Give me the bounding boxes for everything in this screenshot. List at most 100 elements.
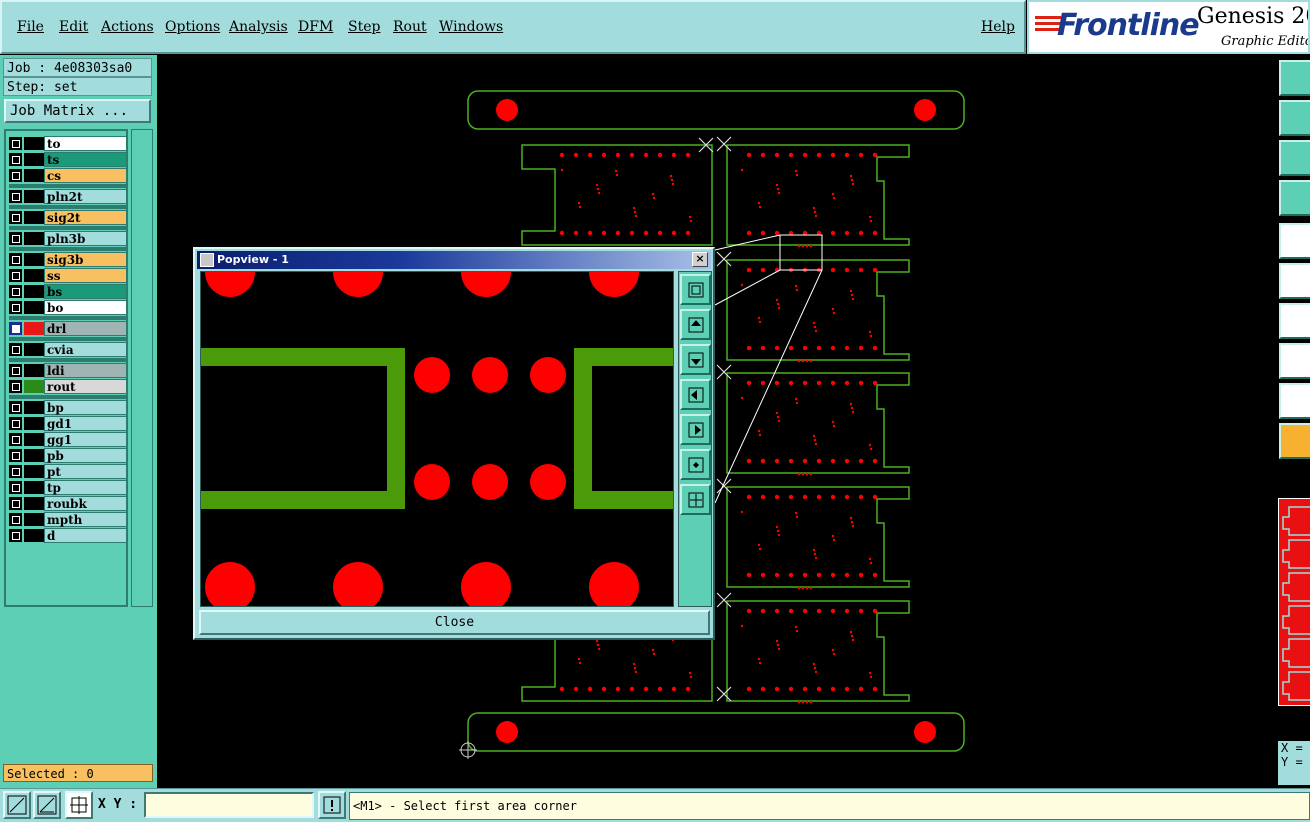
zoom-fit-icon[interactable] bbox=[680, 484, 711, 515]
layer-row-drl[interactable]: drl bbox=[9, 321, 127, 336]
snap-center-icon[interactable] bbox=[65, 791, 93, 819]
pad bbox=[746, 152, 752, 158]
layer-row-d[interactable]: d bbox=[9, 528, 127, 543]
menu-actions[interactable]: Actions bbox=[101, 19, 154, 35]
layer-checkbox[interactable] bbox=[9, 497, 22, 510]
layer-row-rout[interactable]: rout bbox=[9, 379, 127, 394]
layer-checkbox[interactable] bbox=[9, 529, 22, 542]
layer-checkbox[interactable] bbox=[9, 465, 22, 478]
menu-rout[interactable]: Rout bbox=[393, 19, 427, 35]
layer-checkbox[interactable] bbox=[9, 169, 22, 182]
layer-checkbox[interactable] bbox=[9, 513, 22, 526]
rout-path-right bbox=[574, 348, 673, 509]
layer-row-sig2t[interactable]: sig2t bbox=[9, 210, 127, 225]
menu-file[interactable]: File bbox=[17, 19, 44, 35]
layer-checkbox[interactable] bbox=[9, 137, 22, 150]
layer-row-cvia[interactable]: cvia bbox=[9, 342, 127, 357]
layer-row-ldi[interactable]: ldi bbox=[9, 363, 127, 378]
layer-checkbox[interactable] bbox=[9, 417, 22, 430]
layer-row-bs[interactable]: bs bbox=[9, 284, 127, 299]
window-menu-icon[interactable] bbox=[200, 253, 214, 267]
drc-icon[interactable] bbox=[1279, 383, 1310, 419]
via bbox=[775, 639, 779, 643]
layer-name: d bbox=[44, 528, 127, 543]
pan-up-icon[interactable] bbox=[680, 309, 711, 340]
zoom-in-icon[interactable] bbox=[680, 274, 711, 305]
leader-line bbox=[714, 269, 823, 504]
layer-checkbox[interactable] bbox=[9, 301, 22, 314]
feature-icon[interactable] bbox=[1279, 343, 1310, 379]
layer-checkbox[interactable] bbox=[9, 190, 22, 203]
layer-checkbox[interactable] bbox=[9, 401, 22, 414]
snap-grid-icon[interactable] bbox=[3, 791, 31, 819]
menu-options[interactable]: Options bbox=[165, 19, 220, 35]
layer-checkbox[interactable] bbox=[9, 364, 22, 377]
popview-close-button[interactable]: Close bbox=[199, 610, 710, 635]
angle-icon[interactable] bbox=[1279, 303, 1310, 339]
layer-row-gg1[interactable]: gg1 bbox=[9, 432, 127, 447]
tab-pad bbox=[809, 586, 813, 590]
layer-checkbox[interactable] bbox=[9, 322, 22, 335]
layer-checkbox[interactable] bbox=[9, 269, 22, 282]
via bbox=[868, 443, 872, 447]
layer-row-pt[interactable]: pt bbox=[9, 464, 127, 479]
zoom-fit-icon[interactable] bbox=[1279, 140, 1310, 176]
layer-color-swatch bbox=[22, 497, 44, 510]
close-icon[interactable]: × bbox=[692, 252, 708, 267]
layer-row-pln3b[interactable]: pln3b bbox=[9, 231, 127, 246]
popview-titlebar[interactable]: Popview - 1 × bbox=[197, 251, 711, 269]
layer-name: sig2t bbox=[44, 210, 127, 225]
layer-row-tp[interactable]: tp bbox=[9, 480, 127, 495]
layer-color-swatch bbox=[22, 153, 44, 166]
menu-step[interactable]: Step bbox=[348, 19, 380, 35]
alert-icon[interactable] bbox=[318, 791, 346, 819]
menu-help[interactable]: Help bbox=[981, 19, 1015, 35]
layer-checkbox[interactable] bbox=[9, 343, 22, 356]
net-icon[interactable] bbox=[1279, 263, 1310, 299]
job-matrix-button[interactable]: Job Matrix ... bbox=[4, 99, 151, 123]
via bbox=[869, 219, 873, 223]
xy-input[interactable] bbox=[144, 792, 314, 818]
popview-canvas[interactable] bbox=[200, 271, 674, 607]
layer-row-pln2t[interactable]: pln2t bbox=[9, 189, 127, 204]
pad bbox=[816, 458, 822, 464]
layer-checkbox[interactable] bbox=[9, 153, 22, 166]
layer-checkbox[interactable] bbox=[9, 449, 22, 462]
menu-edit[interactable]: Edit bbox=[59, 19, 88, 35]
layer-row-to[interactable]: to bbox=[9, 136, 127, 151]
layer-row-ts[interactable]: ts bbox=[9, 152, 127, 167]
measure-icon[interactable] bbox=[1279, 180, 1310, 216]
via bbox=[689, 219, 693, 223]
layer-row-pb[interactable]: pb bbox=[9, 448, 127, 463]
pan-up-icon[interactable] bbox=[1279, 60, 1310, 96]
layer-row-ss[interactable]: ss bbox=[9, 268, 127, 283]
layer-row-gd1[interactable]: gd1 bbox=[9, 416, 127, 431]
menu-dfm[interactable]: DFM bbox=[298, 19, 333, 35]
layer-checkbox[interactable] bbox=[9, 253, 22, 266]
select-pointer-icon[interactable] bbox=[1279, 423, 1310, 459]
layer-checkbox[interactable] bbox=[9, 285, 22, 298]
layer-row-bo[interactable]: bo bbox=[9, 300, 127, 315]
layer-row-bp[interactable]: bp bbox=[9, 400, 127, 415]
layer-checkbox[interactable] bbox=[9, 433, 22, 446]
layer-list-scrollbar[interactable] bbox=[131, 129, 153, 607]
pad bbox=[643, 686, 649, 692]
layer-row-mpth[interactable]: mpth bbox=[9, 512, 127, 527]
menu-windows[interactable]: Windows bbox=[439, 19, 503, 35]
pan-right-icon[interactable] bbox=[680, 414, 711, 445]
layer-row-sig3b[interactable]: sig3b bbox=[9, 252, 127, 267]
pan-down-icon[interactable] bbox=[680, 344, 711, 375]
layer-row-roubk[interactable]: roubk bbox=[9, 496, 127, 511]
layer-row-cs[interactable]: cs bbox=[9, 168, 127, 183]
layer-checkbox[interactable] bbox=[9, 211, 22, 224]
layer-checkbox[interactable] bbox=[9, 380, 22, 393]
layer-checkbox[interactable] bbox=[9, 232, 22, 245]
layer-checkbox[interactable] bbox=[9, 481, 22, 494]
pan-left-icon[interactable] bbox=[680, 379, 711, 410]
menu-analysis[interactable]: Analysis bbox=[229, 19, 288, 35]
status-message: <M1> - Select first area corner bbox=[349, 792, 1310, 820]
pan-left-icon[interactable] bbox=[1279, 100, 1310, 136]
snap-angle-icon[interactable] bbox=[33, 791, 61, 819]
snap-icon[interactable] bbox=[1279, 223, 1310, 259]
zoom-out-icon[interactable] bbox=[680, 449, 711, 480]
